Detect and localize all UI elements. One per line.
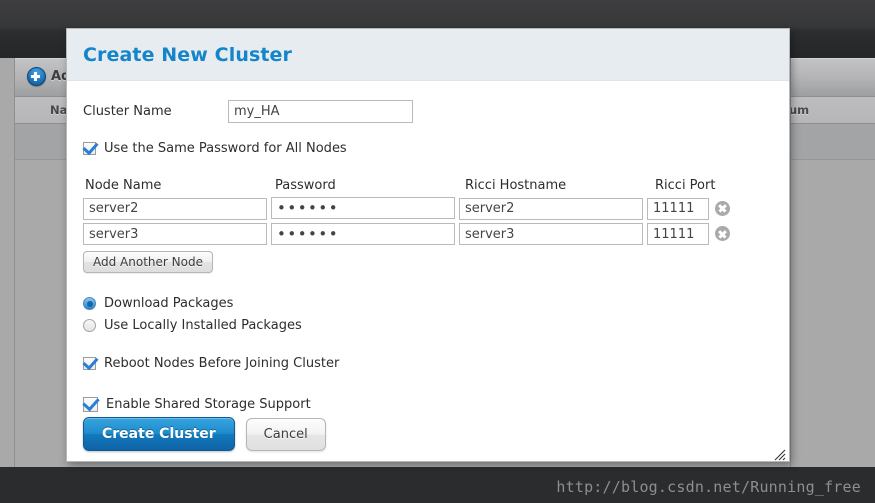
local-packages-label: Use Locally Installed Packages — [104, 318, 302, 333]
reboot-nodes-row[interactable]: Reboot Nodes Before Joining Cluster — [83, 356, 773, 371]
table-row — [83, 197, 773, 220]
create-cluster-button[interactable]: Create Cluster — [83, 417, 235, 451]
ricci-port-input-1[interactable] — [647, 197, 709, 220]
column-header-node-name: Node Name — [85, 178, 162, 193]
dialog-footer: Create Cluster Cancel — [67, 406, 789, 462]
node-name-input-2[interactable] — [83, 223, 267, 245]
column-header-quorum: um — [789, 103, 810, 117]
ricci-hostname-input-1[interactable] — [459, 197, 643, 220]
remove-circle-icon-1[interactable] — [715, 200, 730, 216]
download-packages-radio[interactable] — [83, 297, 96, 310]
node-table-header: Node Name Password Ricci Hostname Ricci … — [83, 178, 773, 193]
cluster-name-field-row: Cluster Name — [83, 98, 773, 124]
column-header-ricci-hostname: Ricci Hostname — [465, 178, 567, 193]
cluster-name-label: Cluster Name — [83, 103, 172, 119]
node-name-input-1[interactable] — [83, 197, 267, 220]
dialog-header: Create New Cluster — [67, 29, 789, 81]
dialog-title: Create New Cluster — [83, 43, 292, 66]
ricci-hostname-input-2[interactable] — [459, 223, 643, 245]
column-header-ricci-port: Ricci Port — [655, 178, 716, 193]
local-packages-radio[interactable] — [83, 319, 96, 332]
reboot-nodes-label: Reboot Nodes Before Joining Cluster — [104, 356, 340, 371]
same-password-label: Use the Same Password for All Nodes — [104, 141, 347, 156]
plus-circle-icon — [27, 67, 46, 86]
same-password-row[interactable]: Use the Same Password for All Nodes — [83, 141, 773, 156]
table-row — [83, 222, 773, 245]
download-packages-label: Download Packages — [104, 296, 234, 311]
reboot-nodes-checkbox[interactable] — [83, 357, 96, 370]
cancel-button[interactable]: Cancel — [245, 417, 326, 451]
resize-grip-icon[interactable] — [773, 446, 786, 461]
node-table: Node Name Password Ricci Hostname Ricci … — [83, 178, 773, 273]
password-input-2[interactable] — [271, 222, 455, 245]
add-another-node-button[interactable]: Add Another Node — [83, 251, 213, 273]
watermark-text: http://blog.csdn.net/Running_free — [556, 478, 861, 496]
ricci-port-input-2[interactable] — [647, 223, 709, 245]
column-header-password: Password — [275, 178, 336, 193]
radio-row-download-packages[interactable]: Download Packages — [83, 296, 773, 311]
radio-row-local-packages[interactable]: Use Locally Installed Packages — [83, 318, 773, 333]
background-table-left-border — [14, 58, 15, 467]
background-table-right-border — [790, 58, 791, 467]
package-options-group: Download Packages Use Locally Installed … — [83, 296, 773, 333]
password-input-1[interactable] — [271, 197, 455, 220]
create-new-cluster-dialog: Create New Cluster Cluster Name Use the … — [66, 28, 790, 462]
remove-circle-icon-2[interactable] — [715, 226, 730, 242]
app-bottom-bar: http://blog.csdn.net/Running_free — [0, 467, 875, 503]
dialog-body: Cluster Name Use the Same Password for A… — [67, 81, 789, 462]
cluster-name-input[interactable] — [228, 99, 413, 123]
same-password-checkbox[interactable] — [83, 142, 96, 155]
